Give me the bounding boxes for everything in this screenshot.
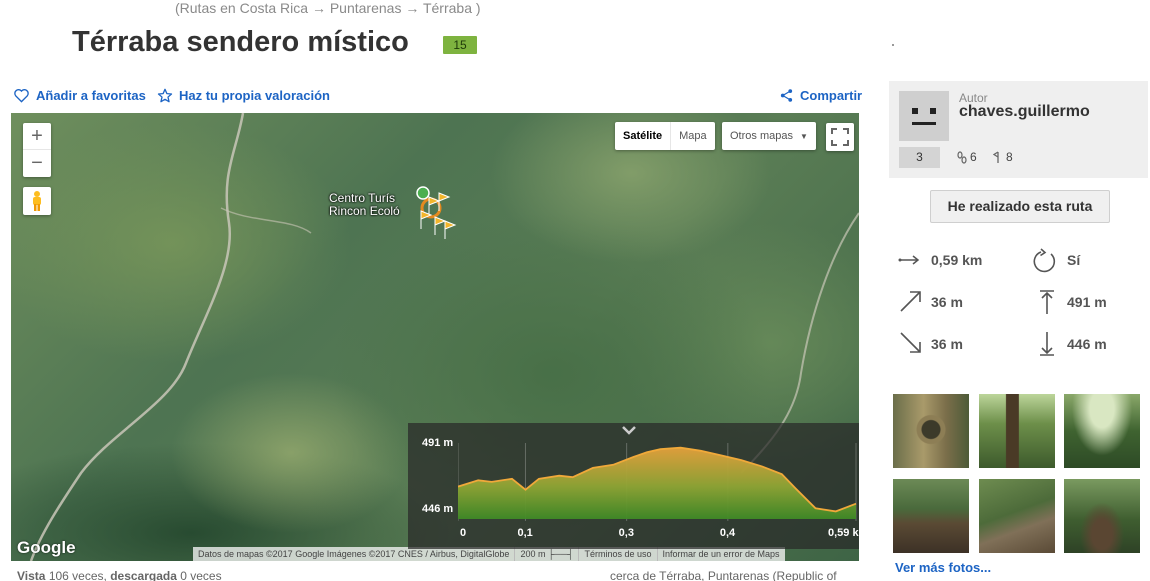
- map-attribution: Datos de mapas ©2017 Google Imágenes ©20…: [193, 547, 785, 561]
- photo-thumbnail[interactable]: [1064, 394, 1140, 468]
- min-elevation-value: 446 m: [1067, 336, 1107, 352]
- share-icon: [780, 89, 793, 102]
- x-axis-label: 0: [460, 527, 466, 539]
- elevation-max-label: 491 m: [422, 437, 454, 449]
- elevation-profile[interactable]: 491 m 446 m 0 0,1 0,3 0,4 0,59 km: [408, 423, 859, 549]
- star-icon: [157, 88, 173, 103]
- distance-icon: [898, 255, 920, 265]
- share-label: Compartir: [800, 88, 863, 103]
- author-rank-badge: 3: [899, 147, 940, 168]
- zoom-control: + −: [23, 123, 51, 177]
- photo-thumbnail[interactable]: [1064, 479, 1140, 553]
- photo-thumbnail[interactable]: [979, 479, 1055, 553]
- rate-button[interactable]: Haz tu propia valoración: [157, 88, 330, 103]
- share-button[interactable]: Compartir: [779, 88, 862, 103]
- add-favorite-button[interactable]: Añadir a favoritas: [13, 88, 146, 103]
- flag-icon: [993, 151, 999, 163]
- downloads-value: 0 veces: [180, 569, 222, 581]
- other-maps-dropdown[interactable]: Otros mapas ▼: [722, 122, 816, 150]
- pegman-icon: [33, 191, 41, 211]
- min-elevation-icon: [1040, 332, 1054, 356]
- elevation-chart: 0 0,1 0,3 0,4 0,59 km: [458, 443, 859, 539]
- elevation-gain-icon: [900, 291, 921, 312]
- elevation-gain-value: 36 m: [931, 294, 963, 310]
- zoom-out-button[interactable]: −: [23, 150, 51, 177]
- more-photos-link[interactable]: Ver más fotos...: [895, 560, 991, 575]
- map-type-control: Satélite Mapa: [615, 122, 715, 150]
- loop-icon: [1033, 248, 1056, 273]
- google-logo: Google: [17, 538, 76, 557]
- author-card: Autor chaves.guillermo 3 6 8: [889, 81, 1148, 178]
- satellite-toggle[interactable]: Satélite: [615, 122, 672, 150]
- zoom-in-button[interactable]: +: [23, 123, 51, 150]
- views-value: 106 veces,: [48, 569, 107, 581]
- caret-down-icon: ▼: [800, 132, 808, 141]
- photo-thumbnail[interactable]: [893, 394, 969, 468]
- page-title: Térraba sendero místico: [72, 26, 409, 58]
- trail-done-button[interactable]: He realizado esta ruta: [930, 190, 1110, 223]
- x-axis-labels: 0 0,1 0,3 0,4 0,59 km: [460, 527, 859, 539]
- trail-markers[interactable]: [416, 186, 457, 239]
- add-favorite-label: Añadir a favoritas: [36, 88, 146, 103]
- author-trails-count: 6: [957, 150, 977, 164]
- report-error-link[interactable]: Informar de un error de Maps: [658, 547, 785, 561]
- elevation-min-label: 446 m: [422, 503, 454, 515]
- trail-badge: 15: [443, 36, 477, 54]
- avatar[interactable]: [899, 91, 949, 141]
- max-elevation-icon: [1040, 290, 1054, 314]
- distance-value: 0,59 km: [931, 252, 983, 268]
- heart-icon: [14, 89, 29, 103]
- fullscreen-button[interactable]: [826, 123, 854, 151]
- views-stats: Vista 106 veces, descargada 0 veces: [17, 569, 222, 581]
- location-text: cerca de Térraba, Puntarenas (Republic o…: [610, 569, 837, 581]
- poi-label: Centro Turís Rincon Ecoló: [329, 192, 400, 218]
- satellite-map[interactable]: + − Satélite Mapa Otros mapas ▼ Centro T…: [11, 113, 859, 561]
- other-maps-label: Otros mapas: [730, 130, 793, 142]
- map-data-credit: Datos de mapas ©2017 Google Imágenes ©20…: [193, 547, 516, 561]
- x-axis-label: 0,1: [517, 527, 532, 539]
- map-toggle[interactable]: Mapa: [671, 122, 715, 150]
- map-scale[interactable]: 200 m ├──┤: [515, 547, 580, 561]
- street-view-button[interactable]: [23, 187, 51, 215]
- x-axis-label: 0,4: [720, 527, 736, 539]
- decorative-dot: [892, 44, 894, 46]
- elevation-loss-value: 36 m: [931, 336, 963, 352]
- views-label: Vista: [17, 569, 46, 581]
- rate-label: Haz tu propia valoración: [179, 88, 330, 103]
- photo-thumbnail[interactable]: [979, 394, 1055, 468]
- breadcrumb[interactable]: (Rutas en Costa Rica → Puntarenas → Térr…: [175, 0, 481, 16]
- terms-link[interactable]: Términos de uso: [579, 547, 658, 561]
- elevation-loss-icon: [900, 332, 921, 353]
- chevron-down-icon[interactable]: [621, 425, 637, 435]
- x-axis-label: 0,3: [619, 527, 634, 539]
- loop-value: Sí: [1067, 252, 1081, 268]
- x-axis-label: 0,59 km: [828, 527, 859, 539]
- avatar-face-icon: [912, 108, 936, 125]
- footprints-icon: [957, 150, 967, 164]
- fullscreen-icon: [831, 128, 849, 146]
- author-tracks-count: 8: [993, 150, 1013, 164]
- photo-thumbnail[interactable]: [893, 479, 969, 553]
- max-elevation-value: 491 m: [1067, 294, 1107, 310]
- poi-label-line2: Rincon Ecoló: [329, 204, 400, 218]
- author-name[interactable]: chaves.guillermo: [959, 103, 1090, 121]
- downloads-label: descargada: [110, 569, 177, 581]
